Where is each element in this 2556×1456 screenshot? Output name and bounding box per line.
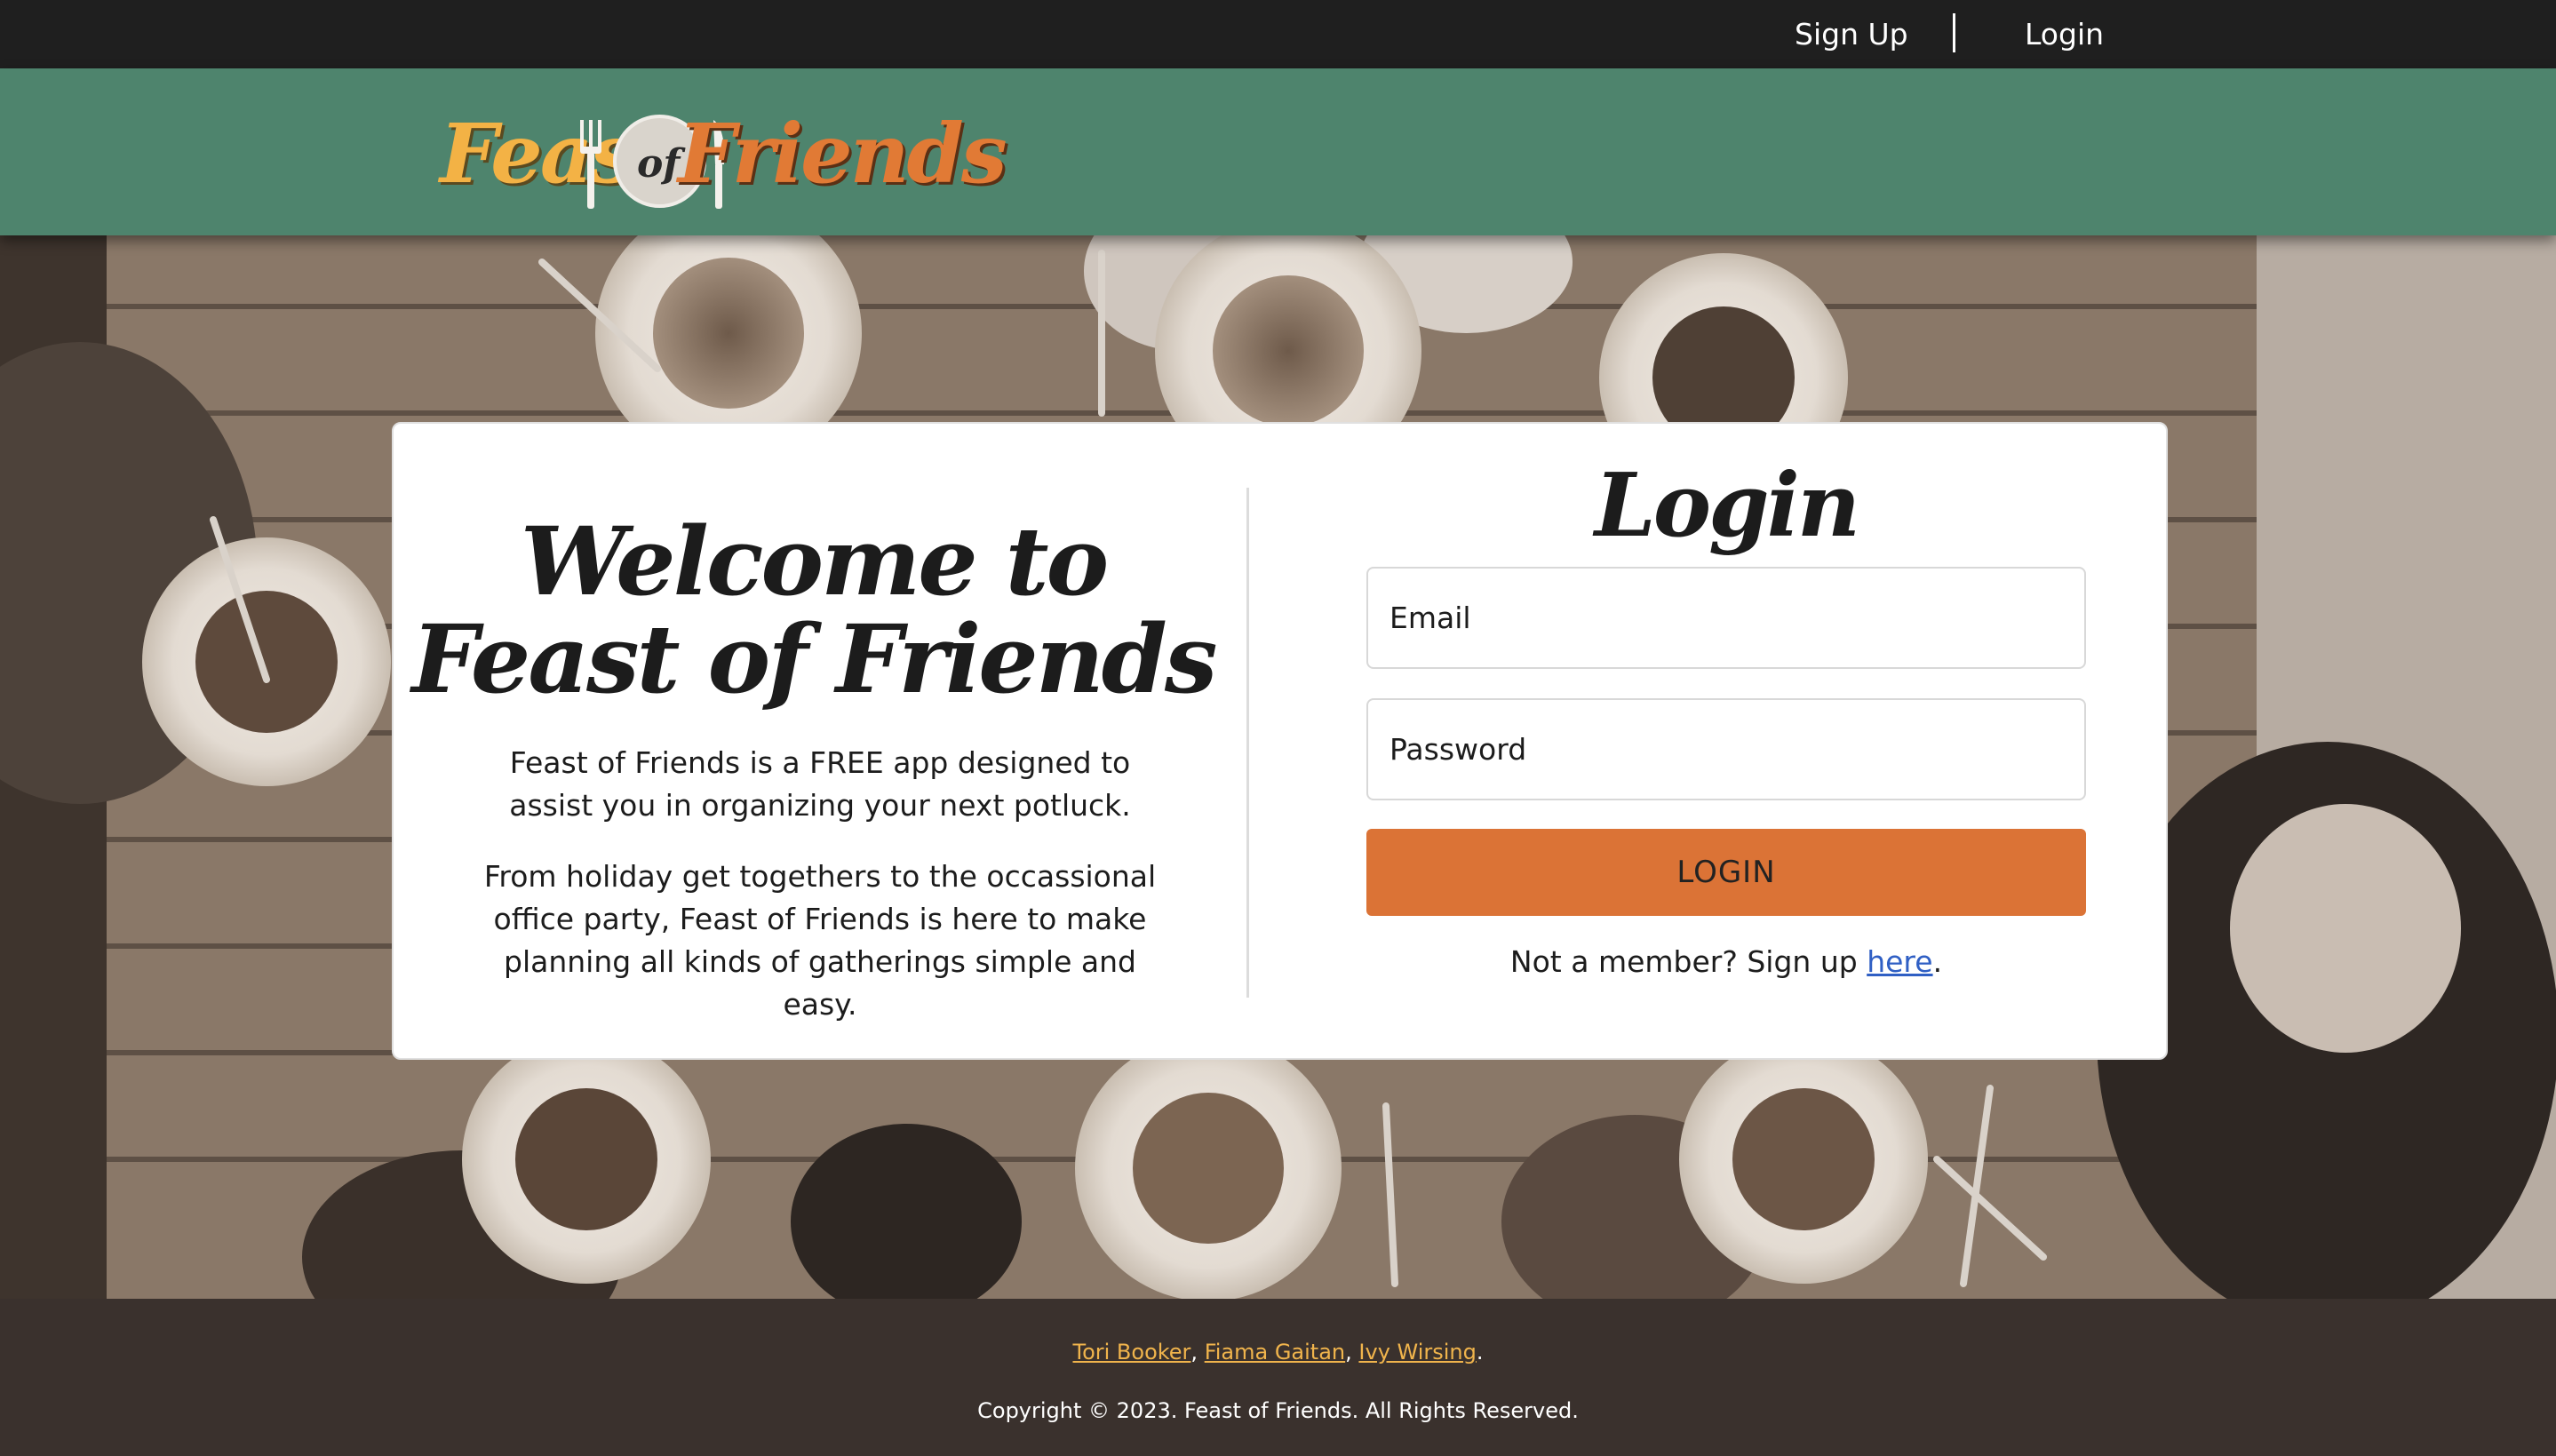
site-footer: Tori Booker, Fiama Gaitan, Ivy Wirsing. … [0,1299,2556,1456]
site-header: Feast of Friends [0,68,2556,235]
logo-word-friends: Friends [678,106,1007,202]
feast-of-friends-logo[interactable]: Feast of Friends [440,95,1007,211]
description-paragraph: From holiday get togethers to the occass… [483,859,1157,1022]
fork-icon [580,120,601,209]
login-link[interactable]: Login [2025,0,2104,68]
login-heading: Login [1594,455,1860,557]
signup-prompt-text: Not a member? Sign up [1509,944,1867,979]
author-separator: , [1190,1340,1205,1365]
intro-paragraph: Feast of Friends is a FREE app designed … [509,745,1131,823]
author-link[interactable]: Fiama Gaitan [1205,1340,1345,1365]
author-link[interactable]: Ivy Wirsing [1358,1340,1476,1365]
nav-divider [1953,13,1955,52]
login-button[interactable]: LOGIN [1366,829,2086,916]
copyright-text: Copyright © 2023. Feast of Friends. All … [977,1398,1579,1423]
welcome-login-card: Welcome to Feast of Friends Feast of Fri… [392,422,2168,1060]
logo-word-of: of [637,141,681,187]
welcome-heading-line1: Welcome to [520,505,1110,617]
email-field[interactable] [1366,567,2086,669]
password-field[interactable] [1366,698,2086,800]
signup-here-link[interactable]: here [1867,944,1932,979]
welcome-heading-line2: Feast of Friends [411,603,1217,714]
top-nav-bar: Sign Up Login [0,0,2556,68]
author-separator: , [1345,1340,1359,1365]
signup-prompt-suffix: . [1932,944,1943,979]
author-link[interactable]: Tori Booker [1072,1340,1190,1365]
author-suffix: . [1476,1340,1484,1365]
author-credits: Tori Booker, Fiama Gaitan, Ivy Wirsing. [0,1340,2556,1365]
signup-prompt: Not a member? Sign up here. [1366,944,2086,979]
card-divider [1246,488,1249,998]
signup-link[interactable]: Sign Up [1795,0,1908,68]
